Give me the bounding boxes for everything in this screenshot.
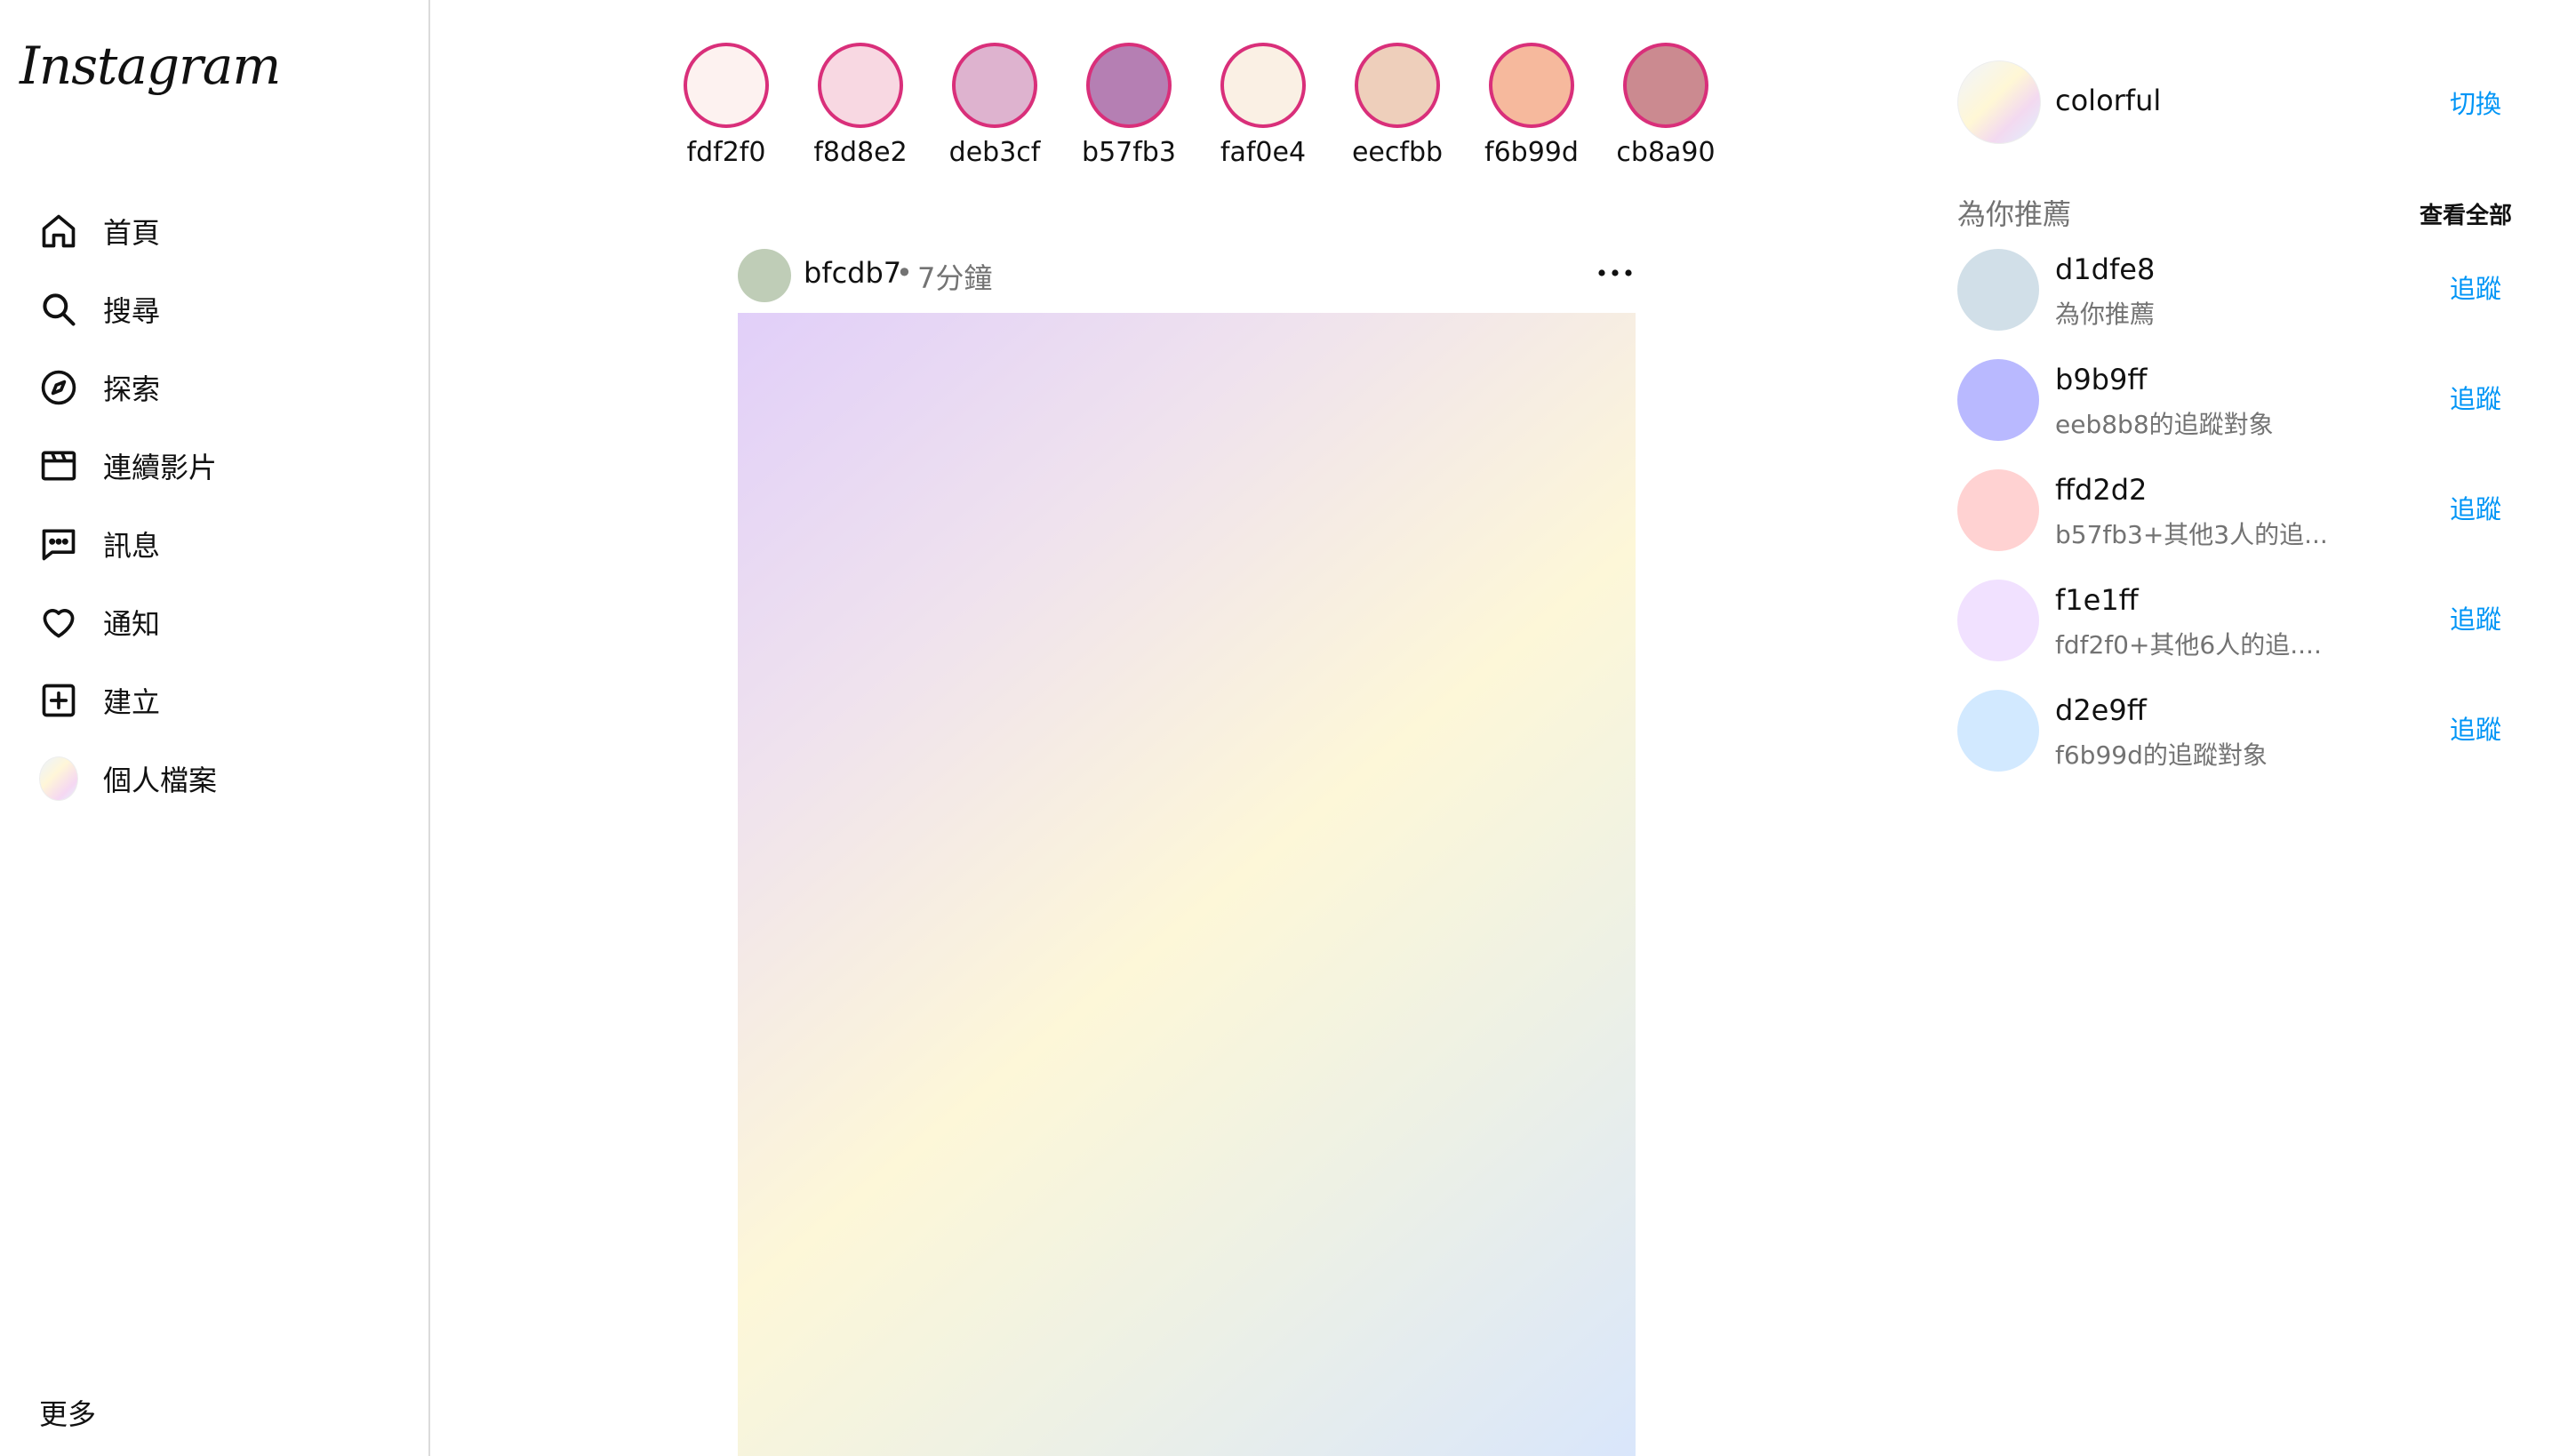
follow-button[interactable]: 追蹤 — [2450, 268, 2501, 306]
story-avatar — [1623, 43, 1708, 128]
suggestion-reason: eeb8b8的追蹤對象 — [2055, 410, 2274, 439]
sidebar-item-messages[interactable]: 訊息 — [39, 517, 160, 571]
suggestion-username[interactable]: b9b9ff — [2055, 363, 2147, 396]
avatar[interactable] — [1957, 249, 2039, 331]
more-menu-button[interactable]: 更多 — [39, 1392, 96, 1433]
post-username[interactable]: bfcdb7 — [804, 256, 901, 290]
story-username: cb8a90 — [1616, 137, 1716, 168]
follow-button[interactable]: 追蹤 — [2450, 489, 2501, 526]
avatar[interactable] — [1957, 469, 2039, 551]
sidebar-item-label: 建立 — [103, 685, 161, 719]
message-icon — [39, 524, 78, 564]
story-item[interactable]: eecfbb — [1340, 43, 1455, 168]
story-item[interactable]: deb3cf — [937, 43, 1052, 168]
suggestion-username[interactable]: f1e1ff — [2055, 583, 2139, 617]
stories-tray: fdf2f0 f8d8e2 deb3cf b57fb3 faf0e4 eecfb… — [668, 43, 1735, 185]
story-username: f8d8e2 — [813, 137, 908, 168]
follow-button[interactable]: 追蹤 — [2450, 599, 2501, 636]
story-avatar — [1220, 43, 1306, 128]
story-avatar — [952, 43, 1037, 128]
post-timestamp: 7分鐘 — [917, 261, 993, 295]
avatar[interactable] — [1957, 580, 2039, 661]
story-item[interactable]: f8d8e2 — [803, 43, 918, 168]
post-dot-separator: • — [896, 256, 913, 290]
sidebar-item-label: 首頁 — [103, 216, 161, 250]
suggestion-reason: fdf2f0+其他6人的追.... — [2055, 630, 2322, 660]
story-avatar — [1489, 43, 1574, 128]
avatar[interactable] — [1957, 359, 2039, 441]
avatar — [39, 756, 78, 801]
suggestion-item: ffd2d2 b57fb3+其他3人的追... 追蹤 — [1956, 469, 2524, 555]
suggestion-username[interactable]: d1dfe8 — [2055, 252, 2155, 286]
current-username[interactable]: colorful — [2055, 84, 2161, 117]
story-item[interactable]: faf0e4 — [1205, 43, 1321, 168]
story-username: f6b99d — [1484, 137, 1579, 168]
story-username: fdf2f0 — [686, 137, 766, 168]
suggestion-item: b9b9ff eeb8b8的追蹤對象 追蹤 — [1956, 359, 2524, 444]
suggestions-title: 為你推薦 — [1957, 197, 2072, 231]
follow-button[interactable]: 追蹤 — [2450, 379, 2501, 416]
suggestion-reason: f6b99d的追蹤對象 — [2055, 740, 2268, 770]
sidebar-item-notifications[interactable]: 通知 — [39, 596, 160, 649]
suggestion-item: d2e9ff f6b99d的追蹤對象 追蹤 — [1956, 690, 2524, 775]
story-username: deb3cf — [948, 137, 1041, 168]
sidebar-item-label: 連續影片 — [103, 451, 218, 484]
heart-icon — [39, 603, 78, 642]
sidebar-item-label: 個人檔案 — [103, 764, 218, 797]
suggestion-username[interactable]: d2e9ff — [2055, 693, 2147, 727]
more-horizontal-icon[interactable] — [1595, 260, 1636, 286]
follow-button[interactable]: 追蹤 — [2450, 709, 2501, 747]
sidebar-item-explore[interactable]: 探索 — [39, 361, 160, 414]
suggestion-item: f1e1ff fdf2f0+其他6人的追.... 追蹤 — [1956, 580, 2524, 665]
sidebar-item-label: 訊息 — [103, 529, 161, 563]
avatar[interactable] — [738, 249, 791, 302]
post-image[interactable] — [738, 313, 1636, 1456]
suggestion-reason: b57fb3+其他3人的追... — [2055, 520, 2328, 549]
sidebar-item-label: 通知 — [103, 607, 161, 641]
story-username: faf0e4 — [1220, 137, 1307, 168]
story-avatar — [1086, 43, 1172, 128]
search-icon — [39, 290, 78, 329]
story-item[interactable]: fdf2f0 — [668, 43, 784, 168]
suggestion-reason: 為你推薦 — [2055, 300, 2156, 329]
suggestion-username[interactable]: ffd2d2 — [2055, 473, 2147, 507]
story-avatar — [818, 43, 903, 128]
home-icon — [39, 212, 78, 251]
story-item[interactable]: cb8a90 — [1608, 43, 1724, 168]
sidebar-item-profile[interactable]: 個人檔案 — [39, 752, 217, 805]
instagram-logo[interactable]: Instagram — [20, 36, 281, 96]
avatar[interactable] — [1957, 690, 2039, 772]
sidebar-item-reels[interactable]: 連續影片 — [39, 439, 217, 492]
sidebar-item-label: 探索 — [103, 372, 161, 406]
sidebar-item-label: 搜尋 — [103, 294, 161, 328]
reels-icon — [39, 446, 78, 485]
post-header: bfcdb7 • 7分鐘 — [738, 247, 1636, 304]
story-item[interactable]: f6b99d — [1474, 43, 1589, 168]
sidebar: Instagram 首頁 搜尋 探索 連續影片 訊息 通知 建立 個人檔案 更多 — [0, 0, 430, 1456]
sidebar-item-create[interactable]: 建立 — [39, 674, 160, 727]
story-username: eecfbb — [1351, 137, 1444, 168]
see-all-link[interactable]: 查看全部 — [2420, 197, 2512, 230]
sidebar-item-home[interactable]: 首頁 — [39, 204, 160, 258]
story-avatar — [684, 43, 769, 128]
story-item[interactable]: b57fb3 — [1071, 43, 1187, 168]
avatar[interactable] — [1957, 60, 2041, 144]
story-username: b57fb3 — [1082, 137, 1176, 168]
story-avatar — [1355, 43, 1440, 128]
sidebar-item-search[interactable]: 搜尋 — [39, 283, 160, 336]
plus-square-icon — [39, 681, 78, 720]
profile-avatar — [39, 756, 78, 801]
suggestion-item: d1dfe8 為你推薦 追蹤 — [1956, 249, 2524, 334]
compass-icon — [39, 368, 78, 407]
right-sidebar: colorful 切換 為你推薦 查看全部 d1dfe8 為你推薦 追蹤 b9b… — [1956, 0, 2524, 1456]
switch-account-link[interactable]: 切換 — [2450, 84, 2501, 121]
